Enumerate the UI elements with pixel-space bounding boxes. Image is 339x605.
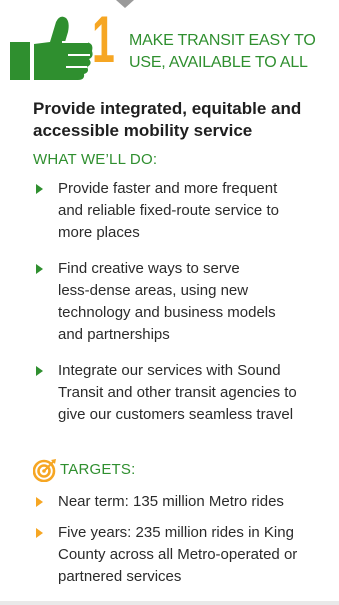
- bullet-arrow-icon: [36, 264, 43, 274]
- bullet-arrow-icon: [36, 528, 43, 538]
- list-item-line: Integrate our services with Sound: [58, 362, 281, 379]
- goal-number: 1: [92, 2, 115, 76]
- what-we-do-list: Provide faster and more frequent and rel…: [33, 178, 335, 440]
- list-item-line: Find creative ways to serve: [58, 260, 240, 277]
- targets-list: Near term: 135 million Metro rides Five …: [33, 491, 335, 597]
- what-we-do-heading: WHAT WE’LL DO:: [33, 151, 158, 168]
- list-item-line: technology and business models: [58, 304, 276, 321]
- list-item: Provide faster and more frequent and rel…: [33, 178, 335, 244]
- list-item-line: more places: [58, 224, 140, 241]
- list-item-line: Near term: 135 million Metro rides: [58, 493, 284, 510]
- list-item: Find creative ways to serve less-dense a…: [33, 258, 335, 346]
- list-item: Near term: 135 million Metro rides: [33, 491, 335, 513]
- subtitle-line: accessible mobility service: [33, 121, 253, 140]
- bullet-arrow-icon: [36, 184, 43, 194]
- list-item-line: less-dense areas, using new: [58, 282, 249, 299]
- list-item-line: partnered services: [58, 568, 182, 585]
- goal-subtitle: Provide integrated, equitable and access…: [33, 98, 335, 142]
- list-item-line: give our customers seamless travel: [58, 406, 294, 423]
- goal-title-line: USE, AVAILABLE TO ALL: [129, 54, 308, 71]
- bullet-arrow-icon: [36, 366, 43, 376]
- list-item: Five years: 235 million rides in King Co…: [33, 522, 335, 588]
- list-item-line: and reliable fixed-route service to: [58, 202, 279, 219]
- top-notch-decoration: [116, 0, 134, 8]
- target-icon: [33, 459, 56, 482]
- list-item-line: County across all Metro-operated or: [58, 546, 298, 563]
- thumbs-up-icon: [10, 16, 93, 81]
- goal-title: MAKE TRANSIT EASY TO USE, AVAILABLE TO A…: [129, 30, 335, 74]
- list-item-line: Five years: 235 million rides in King: [58, 524, 294, 541]
- list-item-line: Transit and other transit agencies to: [58, 384, 297, 401]
- list-item: Integrate our services with Sound Transi…: [33, 360, 335, 426]
- goal-header: 1 MAKE TRANSIT EASY TO USE, AVAILABLE TO…: [0, 4, 339, 81]
- list-item-line: and partnerships: [58, 326, 170, 343]
- targets-heading: TARGETS:: [60, 461, 136, 478]
- goal-title-line: MAKE TRANSIT EASY TO: [129, 32, 316, 49]
- bottom-divider: [0, 601, 339, 605]
- bullet-arrow-icon: [36, 497, 43, 507]
- list-item-line: Provide faster and more frequent: [58, 180, 278, 197]
- subtitle-line: Provide integrated, equitable and: [33, 99, 302, 118]
